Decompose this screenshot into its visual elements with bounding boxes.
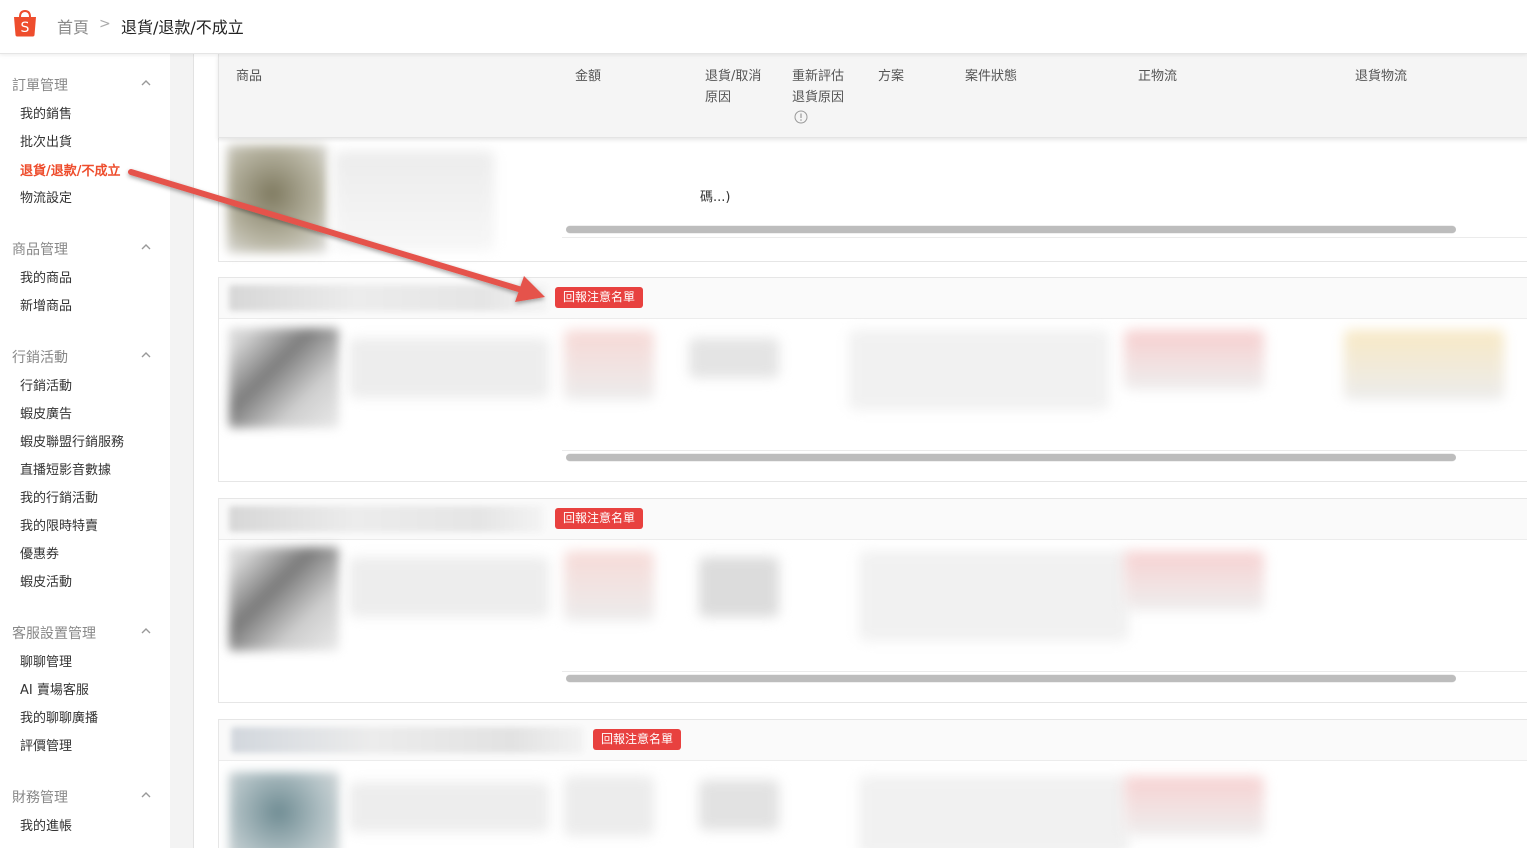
amount-blurred xyxy=(564,551,654,621)
sidebar-item-shopee-events[interactable]: 蝦皮活動 xyxy=(20,571,72,590)
scrollbar-thumb[interactable] xyxy=(566,226,1456,233)
sidebar-item-batch-shipping[interactable]: 批次出貨 xyxy=(20,131,72,150)
horizontal-scrollbar[interactable] xyxy=(566,674,1456,683)
column-header-return-reason: 退貨原因 xyxy=(792,90,845,105)
buyer-name-blurred xyxy=(229,506,543,532)
column-header-product: 商品 xyxy=(236,69,263,84)
report-watchlist-badge[interactable]: 回報注意名單 xyxy=(593,729,682,750)
column-header-amount: 金額 xyxy=(575,69,602,84)
sidebar-item-my-products[interactable]: 我的商品 xyxy=(20,267,72,286)
sidebar-item-chat-management[interactable]: 聊聊管理 xyxy=(20,651,72,670)
reason-blurred xyxy=(699,557,779,617)
column-header-return-logistics: 退貨物流 xyxy=(1355,69,1408,84)
sidebar-item-logistics-settings[interactable]: 物流設定 xyxy=(20,187,72,206)
sidebar-section-customer-service[interactable]: 客服設置管理 xyxy=(12,623,96,643)
chevron-up-icon[interactable] xyxy=(139,240,153,254)
return-case-card: 回報注意名單 xyxy=(218,277,1527,482)
report-watchlist-badge[interactable]: 回報注意名單 xyxy=(555,287,644,308)
shopee-logo-icon[interactable]: S xyxy=(12,9,38,37)
return-case-card: 回報注意名單 xyxy=(218,719,1527,848)
column-header-return-cancel: 退貨/取消 xyxy=(705,69,762,84)
product-info-blurred xyxy=(349,557,549,617)
sidebar-item-marketing-campaigns[interactable]: 行銷活動 xyxy=(20,375,72,394)
product-thumbnail[interactable] xyxy=(229,547,339,651)
chevron-up-icon[interactable] xyxy=(139,624,153,638)
main-content: 碼...) 商品 金額 退貨/取消 原因 重新評估 退貨原因 方案 案件狀態 正… xyxy=(194,54,1527,848)
sidebar-item-ai-customer-service[interactable]: AI 賣場客服 xyxy=(20,679,89,698)
product-thumbnail[interactable] xyxy=(229,772,339,848)
reason-text-partial: 碼...) xyxy=(700,190,731,205)
sidebar-item-shopee-ads[interactable]: 蝦皮廣告 xyxy=(20,403,72,422)
product-info-blurred xyxy=(334,151,494,251)
sidebar-item-vouchers[interactable]: 優惠券 xyxy=(20,543,59,562)
sidebar-section-finance[interactable]: 財務管理 xyxy=(12,787,68,807)
sidebar-gutter xyxy=(170,54,193,848)
return-case-card: 回報注意名單 xyxy=(218,498,1527,703)
horizontal-scrollbar[interactable] xyxy=(566,453,1456,462)
forward-logistics-blurred xyxy=(1124,330,1264,390)
reason-blurred xyxy=(699,780,779,830)
sidebar-item-add-product[interactable]: 新增商品 xyxy=(20,295,72,314)
sidebar-section-product-management[interactable]: 商品管理 xyxy=(12,239,68,259)
buyer-name-blurred xyxy=(231,727,583,753)
column-header-reason: 原因 xyxy=(705,90,732,105)
return-logistics-blurred xyxy=(1344,330,1504,400)
sidebar-item-my-sales[interactable]: 我的銷售 xyxy=(20,103,72,122)
product-thumbnail[interactable] xyxy=(227,145,327,253)
chevron-up-icon[interactable] xyxy=(139,788,153,802)
status-blurred xyxy=(859,776,1129,848)
row-divider xyxy=(562,671,1527,672)
sidebar-item-review-management[interactable]: 評價管理 xyxy=(20,735,72,754)
svg-text:S: S xyxy=(21,20,30,36)
product-thumbnail[interactable] xyxy=(229,328,339,428)
sidebar-item-my-income[interactable]: 我的進帳 xyxy=(20,815,72,834)
status-blurred xyxy=(859,551,1129,641)
product-info-blurred xyxy=(349,338,549,398)
buyer-name-blurred xyxy=(229,285,547,311)
breadcrumb-separator-icon: > xyxy=(99,16,111,32)
reason-blurred xyxy=(689,338,779,378)
chevron-up-icon[interactable] xyxy=(139,348,153,362)
horizontal-scrollbar[interactable] xyxy=(566,225,1456,234)
forward-logistics-blurred xyxy=(1124,776,1264,836)
sidebar-item-live-video-data[interactable]: 直播短影音數據 xyxy=(20,459,111,478)
info-circle-icon[interactable] xyxy=(794,110,808,124)
sidebar-item-flash-sale[interactable]: 我的限時特賣 xyxy=(20,515,98,534)
product-info-blurred xyxy=(349,782,549,832)
sidebar: 訂單管理 我的銷售 批次出貨 退貨/退款/不成立 物流設定 商品管理 我的商品 … xyxy=(0,54,170,848)
column-header-forward-logistics: 正物流 xyxy=(1138,69,1178,84)
row-divider xyxy=(562,450,1527,451)
column-header-solution: 方案 xyxy=(878,69,905,84)
table-header: 商品 金額 退貨/取消 原因 重新評估 退貨原因 方案 案件狀態 正物流 退貨物… xyxy=(218,54,1527,138)
column-header-reassess: 重新評估 xyxy=(792,69,845,84)
sidebar-item-my-marketing[interactable]: 我的行銷活動 xyxy=(20,487,98,506)
report-watchlist-badge[interactable]: 回報注意名單 xyxy=(555,508,644,529)
sidebar-item-chat-broadcast[interactable]: 我的聊聊廣播 xyxy=(20,707,98,726)
column-header-case-status: 案件狀態 xyxy=(965,69,1018,84)
sidebar-item-returns-refunds[interactable]: 退貨/退款/不成立 xyxy=(20,160,121,179)
scrollbar-thumb[interactable] xyxy=(566,675,1456,682)
top-header: S 首頁 > 退貨/退款/不成立 xyxy=(0,0,1527,54)
sidebar-item-partial[interactable] xyxy=(20,843,24,848)
sidebar-section-marketing[interactable]: 行銷活動 xyxy=(12,347,68,367)
status-blurred xyxy=(849,330,1109,410)
amount-blurred xyxy=(564,776,654,836)
page-title: 退貨/退款/不成立 xyxy=(121,18,244,37)
breadcrumb-home-link[interactable]: 首頁 xyxy=(57,14,89,38)
row-divider xyxy=(562,237,1527,238)
chevron-up-icon[interactable] xyxy=(139,76,153,90)
forward-logistics-blurred xyxy=(1124,551,1264,611)
scrollbar-thumb[interactable] xyxy=(566,454,1456,461)
sidebar-section-order-management[interactable]: 訂單管理 xyxy=(12,75,68,95)
amount-blurred xyxy=(564,330,654,400)
sidebar-item-affiliate-marketing[interactable]: 蝦皮聯盟行銷服務 xyxy=(20,431,124,450)
